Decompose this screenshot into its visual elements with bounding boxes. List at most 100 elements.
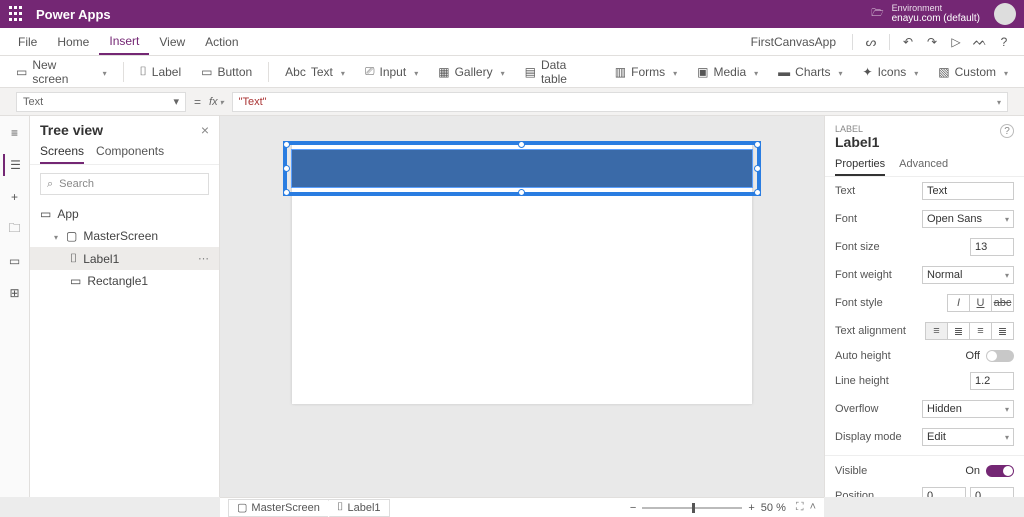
media-button[interactable]: ▣ Media [689, 60, 766, 84]
resize-handle[interactable] [283, 141, 290, 148]
chevron-up-icon[interactable]: ˄ [810, 501, 816, 514]
breadcrumb-label[interactable]: ⌷ Label1 [328, 499, 390, 517]
tree-screen[interactable]: ▢ MasterScreen [30, 225, 219, 247]
prop-fontweight-select[interactable]: Normal [922, 266, 1014, 284]
prop-visible-label: Visible [835, 465, 867, 477]
menu-home[interactable]: Home [47, 28, 99, 55]
chevron-down-icon[interactable] [54, 229, 60, 243]
fit-icon[interactable]: ⛶ [796, 501, 804, 514]
tab-screens[interactable]: Screens [40, 144, 84, 164]
zoom-out-button[interactable]: − [630, 502, 636, 514]
control-type: LABEL [835, 124, 1014, 134]
align-justify-button[interactable]: ≣ [991, 322, 1014, 340]
visible-toggle[interactable] [986, 465, 1014, 477]
icons-button[interactable]: ✦ Icons [855, 60, 927, 84]
tree-app[interactable]: ▭ App [30, 203, 219, 225]
menu-view[interactable]: View [149, 28, 195, 55]
menu-file[interactable]: File [8, 28, 47, 55]
help-icon[interactable]: ? [1000, 124, 1014, 138]
close-icon[interactable]: × [201, 122, 209, 138]
label-icon: ⌷ [70, 251, 77, 266]
tab-components[interactable]: Components [96, 144, 164, 164]
pos-x-input[interactable]: 0 [922, 487, 966, 497]
app-title: Power Apps [36, 7, 111, 22]
zoom-in-button[interactable]: + [748, 502, 754, 514]
environment-icon: 🗁 [871, 8, 883, 19]
resize-handle[interactable] [518, 189, 525, 196]
advanced-tools-icon[interactable]: ⊞ [4, 282, 26, 304]
share-icon[interactable]: ᨓ [968, 30, 992, 54]
prop-display-select[interactable]: Edit [922, 428, 1014, 446]
label-control[interactable] [291, 149, 753, 188]
app-header: Power Apps 🗁 Environment enayu.com (defa… [0, 0, 1024, 28]
media-icon: ▣ [697, 65, 708, 79]
undo-icon[interactable]: ↶ [896, 30, 920, 54]
gallery-button[interactable]: ▦ Gallery [430, 60, 512, 84]
help-icon[interactable]: ? [992, 30, 1016, 54]
input-button[interactable]: ⎚ Input [357, 60, 426, 84]
environment-picker[interactable]: 🗁 Environment enayu.com (default) [871, 4, 980, 25]
formula-input[interactable]: "Text" [232, 92, 1008, 112]
app-icon: ▭ [40, 207, 51, 221]
datatable-button[interactable]: ▤ Data table [517, 60, 603, 84]
align-right-button[interactable]: ≡ [969, 322, 992, 340]
prop-overflow-label: Overflow [835, 403, 878, 415]
italic-button[interactable]: I [947, 294, 970, 312]
breadcrumb-screen[interactable]: ▢ MasterScreen [228, 499, 329, 517]
app-launcher-icon[interactable] [8, 5, 26, 23]
property-selector[interactable]: Text▾ [16, 92, 186, 112]
prop-font-select[interactable]: Open Sans [922, 210, 1014, 228]
redo-icon[interactable]: ↷ [920, 30, 944, 54]
resize-handle[interactable] [754, 189, 761, 196]
hamburger-icon[interactable]: ≡ [4, 122, 26, 144]
more-icon[interactable]: ⋯ [198, 252, 209, 265]
pos-y-input[interactable]: 0 [970, 487, 1014, 497]
tab-advanced[interactable]: Advanced [899, 158, 948, 176]
charts-button[interactable]: ▬ Charts [770, 60, 850, 84]
menu-insert[interactable]: Insert [99, 28, 149, 55]
insert-icon[interactable]: + [4, 186, 26, 208]
menu-action[interactable]: Action [195, 28, 248, 55]
autoheight-toggle[interactable] [986, 350, 1014, 362]
align-left-button[interactable]: ≡ [925, 322, 948, 340]
app-checker-icon[interactable]: ᔕ [859, 30, 883, 54]
underline-button[interactable]: U [969, 294, 992, 312]
new-screen-button[interactable]: ▭ New screen [8, 60, 115, 84]
user-avatar[interactable] [994, 3, 1016, 25]
ribbon: ▭ New screen ⌷ Label ▭ Button Abc Text ⎚… [0, 56, 1024, 88]
new-screen-icon: ▭ [16, 65, 27, 79]
prop-lineheight-input[interactable]: 1.2 [970, 372, 1014, 390]
label-button[interactable]: ⌷ Label [132, 60, 190, 84]
control-name[interactable]: Label1 [835, 134, 1014, 150]
forms-button[interactable]: ▥ Forms [607, 60, 685, 84]
play-icon[interactable]: ▷ [944, 30, 968, 54]
resize-handle[interactable] [754, 165, 761, 172]
tree-rectangle[interactable]: ▭ Rectangle1 [30, 270, 219, 292]
prop-fontsize-input[interactable]: 13 [970, 238, 1014, 256]
data-icon[interactable]: 🗀 [4, 218, 26, 240]
button-button[interactable]: ▭ Button [193, 60, 260, 84]
prop-text-input[interactable]: Text [922, 182, 1014, 200]
prop-position-label: Position [835, 490, 874, 497]
fx-icon[interactable]: fx [209, 96, 224, 108]
resize-handle[interactable] [518, 141, 525, 148]
zoom-slider[interactable] [642, 507, 742, 509]
resize-handle[interactable] [754, 141, 761, 148]
text-button[interactable]: Abc Text [277, 60, 353, 84]
resize-handle[interactable] [283, 165, 290, 172]
tree-label-selected[interactable]: ⌷ Label1 ⋯ [30, 247, 219, 270]
prop-overflow-select[interactable]: Hidden [922, 400, 1014, 418]
selected-element[interactable] [283, 141, 761, 196]
custom-button[interactable]: ▧ Custom [930, 60, 1016, 84]
align-center-button[interactable]: ≣ [947, 322, 970, 340]
prop-fontstyle-label: Font style [835, 297, 883, 309]
forms-icon: ▥ [615, 65, 626, 79]
canvas[interactable] [220, 116, 824, 497]
tree-view-icon[interactable]: ☰ [3, 154, 25, 176]
resize-handle[interactable] [283, 189, 290, 196]
search-input[interactable]: ⌕ Search [40, 173, 209, 195]
strike-button[interactable]: abc [991, 294, 1014, 312]
prop-fontsize-label: Font size [835, 241, 880, 253]
media-rail-icon[interactable]: ▭ [4, 250, 26, 272]
tab-properties[interactable]: Properties [835, 158, 885, 176]
